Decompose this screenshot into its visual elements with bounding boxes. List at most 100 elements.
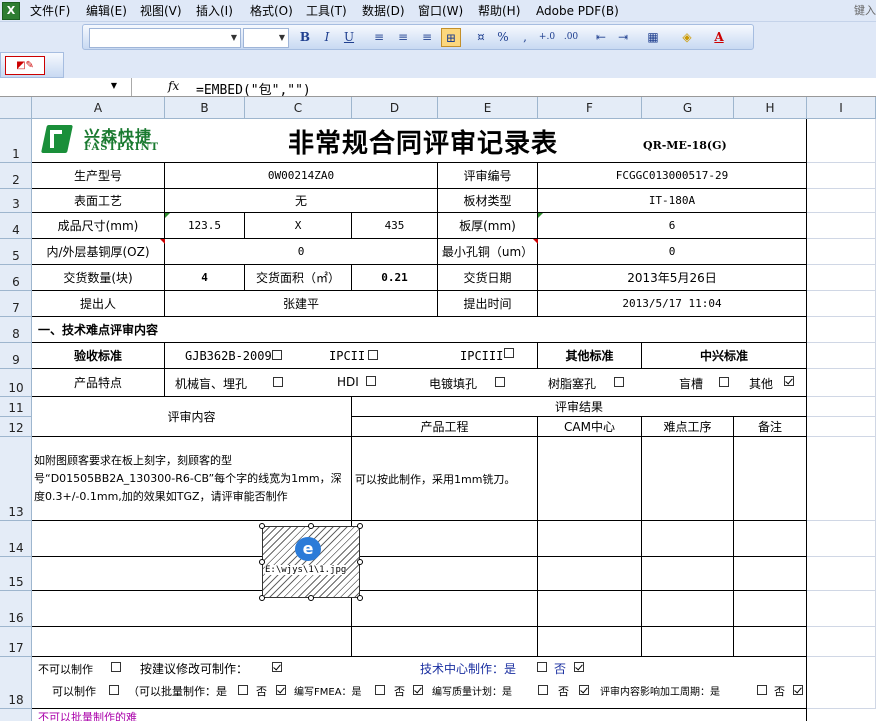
surface-finish-cell[interactable]: 无 bbox=[165, 189, 438, 213]
comma-button[interactable]: , bbox=[515, 28, 535, 47]
menu-insert[interactable]: 插入(I) bbox=[196, 3, 233, 19]
section-heading[interactable]: 一、技术难点评审内容 bbox=[32, 317, 807, 343]
result-col-header[interactable]: 备注 bbox=[734, 417, 807, 437]
menu-view[interactable]: 视图(V) bbox=[140, 3, 182, 19]
grid-cell[interactable] bbox=[807, 343, 876, 369]
font-name-combo[interactable]: ▼ bbox=[89, 28, 241, 48]
label-cell[interactable]: 表面工艺 bbox=[32, 189, 165, 213]
difficult-process-cell[interactable] bbox=[642, 627, 734, 657]
checkbox-checked[interactable] bbox=[276, 685, 286, 695]
row-header[interactable]: 10 bbox=[0, 369, 32, 397]
size-x-cell[interactable]: X bbox=[245, 213, 352, 239]
grid-cell[interactable] bbox=[807, 189, 876, 213]
delivery-area-cell[interactable]: 0.21 bbox=[352, 265, 438, 291]
checkbox[interactable] bbox=[368, 350, 378, 360]
align-right-icon[interactable]: ≡ bbox=[417, 28, 437, 47]
row-header[interactable]: 11 bbox=[0, 397, 32, 417]
row-header[interactable]: 5 bbox=[0, 239, 32, 265]
grid-cell[interactable] bbox=[807, 213, 876, 239]
grid-cell[interactable] bbox=[807, 369, 876, 397]
checkbox[interactable] bbox=[538, 685, 548, 695]
font-color-button[interactable]: A bbox=[709, 28, 729, 47]
delivery-qty-cell[interactable]: 4 bbox=[165, 265, 245, 291]
cam-result-cell[interactable] bbox=[538, 521, 642, 557]
checkbox-checked[interactable] bbox=[793, 685, 803, 695]
label-cell[interactable]: 提出时间 bbox=[438, 291, 538, 317]
label-cell[interactable]: 评审编号 bbox=[438, 163, 538, 189]
model-number-cell[interactable]: 0W00214ZA0 bbox=[165, 163, 438, 189]
grid-cell[interactable] bbox=[807, 119, 876, 163]
label-cell[interactable]: 产品特点 bbox=[32, 369, 165, 397]
checkbox[interactable] bbox=[111, 662, 121, 672]
resize-handle[interactable] bbox=[357, 595, 363, 601]
row-header[interactable]: 14 bbox=[0, 521, 32, 557]
column-header[interactable]: H bbox=[734, 97, 807, 119]
column-header[interactable]: D bbox=[352, 97, 438, 119]
fx-icon[interactable]: fx bbox=[168, 79, 179, 93]
help-search-input[interactable]: 键入 bbox=[854, 2, 876, 20]
review-content-cell[interactable]: 如附图顾客要求在板上刻字，刻顾客的型号“D01505BB2A_130300-R6… bbox=[32, 437, 352, 521]
borders-icon[interactable]: ▦ bbox=[643, 28, 663, 47]
proposer-cell[interactable]: 张建平 bbox=[165, 291, 438, 317]
title-row[interactable]: 兴森快捷 FASTPRINT 非常规合同评审记录表 QR-ME-18(G) bbox=[32, 119, 807, 163]
label-cell[interactable]: 交货数量(块) bbox=[32, 265, 165, 291]
align-center-icon[interactable]: ≡ bbox=[393, 28, 413, 47]
product-features-cell[interactable]: 机械盲、埋孔 HDI 电镀填孔 树脂塞孔 盲槽 其他 bbox=[165, 369, 807, 397]
resize-handle[interactable] bbox=[308, 523, 314, 529]
row-header[interactable]: 13 bbox=[0, 437, 32, 521]
resize-handle[interactable] bbox=[259, 523, 265, 529]
checkbox[interactable] bbox=[375, 685, 385, 695]
standard-options-cell[interactable]: GJB362B-2009 IPCII IPCIII bbox=[165, 343, 538, 369]
checkbox[interactable] bbox=[614, 377, 624, 387]
column-header[interactable]: G bbox=[642, 97, 734, 119]
column-header[interactable]: E bbox=[438, 97, 538, 119]
chevron-down-icon[interactable]: ▼ bbox=[276, 29, 288, 47]
checkbox[interactable] bbox=[757, 685, 767, 695]
review-content-header[interactable]: 评审内容 bbox=[32, 397, 352, 437]
label-cell[interactable]: 内/外层基铜厚(OZ) bbox=[32, 239, 165, 265]
menu-file[interactable]: 文件(F) bbox=[30, 3, 70, 19]
grid-cell[interactable] bbox=[807, 397, 876, 417]
review-content-cell[interactable] bbox=[32, 627, 352, 657]
size-width-cell[interactable]: 123.5 bbox=[165, 213, 245, 239]
row-header[interactable]: 15 bbox=[0, 557, 32, 591]
label-cell[interactable]: 其他标准 bbox=[538, 343, 642, 369]
checkbox-checked[interactable] bbox=[413, 685, 423, 695]
currency-icon[interactable]: ¤ bbox=[471, 28, 491, 47]
difficult-process-cell[interactable] bbox=[642, 521, 734, 557]
row-header[interactable]: 1 bbox=[0, 119, 32, 163]
cam-result-cell[interactable] bbox=[538, 591, 642, 627]
grid-cell[interactable] bbox=[807, 291, 876, 317]
select-all-corner[interactable] bbox=[0, 97, 32, 119]
row-header[interactable]: 2 bbox=[0, 163, 32, 189]
difficult-process-cell[interactable] bbox=[642, 591, 734, 627]
label-cell[interactable]: 生产型号 bbox=[32, 163, 165, 189]
review-number-cell[interactable]: FCGGC013000517-29 bbox=[538, 163, 807, 189]
checkbox[interactable] bbox=[366, 376, 376, 386]
column-header[interactable]: F bbox=[538, 97, 642, 119]
embedded-package-object[interactable]: e E:\wjys\1\1.jpg bbox=[262, 526, 360, 598]
remarks-cell[interactable] bbox=[734, 521, 807, 557]
resize-handle[interactable] bbox=[259, 559, 265, 565]
checkbox[interactable] bbox=[238, 685, 248, 695]
result-col-header[interactable]: 难点工序 bbox=[642, 417, 734, 437]
checkbox[interactable] bbox=[109, 685, 119, 695]
cam-result-cell[interactable] bbox=[538, 437, 642, 521]
difficult-process-cell[interactable] bbox=[642, 437, 734, 521]
column-header[interactable]: I bbox=[807, 97, 876, 119]
min-hole-copper-cell[interactable]: 0 bbox=[538, 239, 807, 265]
column-header[interactable]: C bbox=[245, 97, 352, 119]
menu-format[interactable]: 格式(O) bbox=[250, 3, 293, 19]
label-cell[interactable]: 成品尺寸(mm) bbox=[32, 213, 165, 239]
grid-cell[interactable] bbox=[807, 557, 876, 591]
grid-cell[interactable] bbox=[807, 627, 876, 657]
size-height-cell[interactable]: 435 bbox=[352, 213, 438, 239]
engineering-result-cell[interactable] bbox=[352, 591, 538, 627]
grid-cell[interactable] bbox=[807, 521, 876, 557]
row-header[interactable]: 6 bbox=[0, 265, 32, 291]
decrease-indent-icon[interactable]: ⇤ bbox=[591, 28, 611, 47]
bold-button[interactable]: B bbox=[295, 28, 315, 47]
engineering-result-cell[interactable] bbox=[352, 557, 538, 591]
grid-cell[interactable] bbox=[807, 163, 876, 189]
checkbox[interactable] bbox=[504, 348, 514, 358]
